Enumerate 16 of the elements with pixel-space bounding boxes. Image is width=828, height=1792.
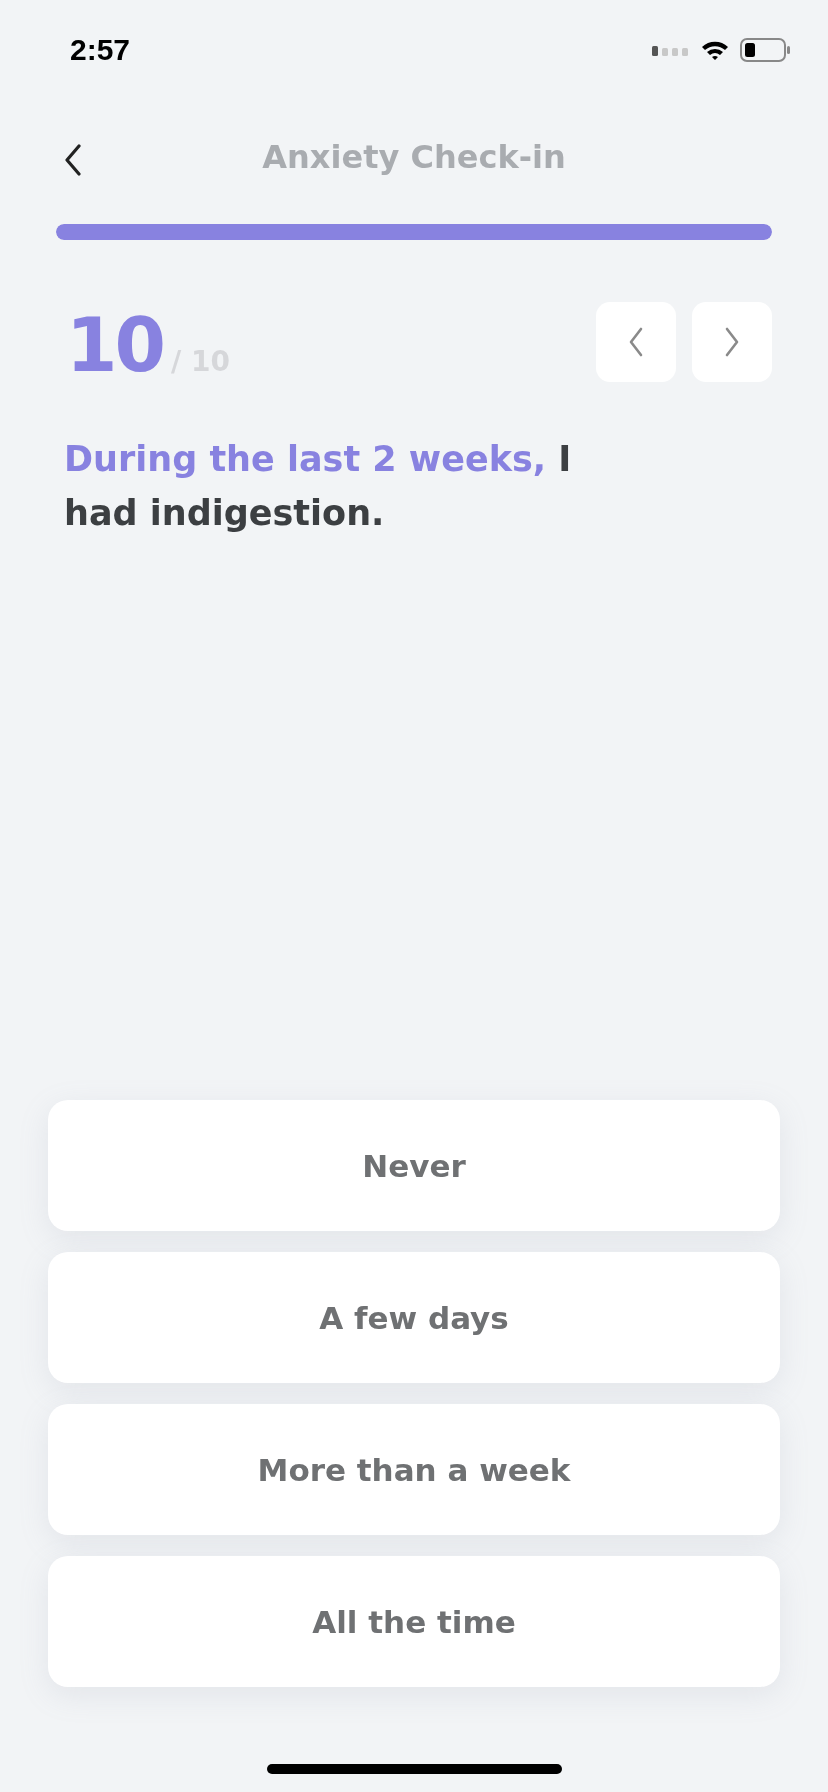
question-text: During the last 2 weeks, I had indigestion. [64, 438, 573, 536]
answer-option[interactable]: Never [48, 1100, 780, 1231]
back-chevron-icon [64, 144, 82, 176]
answer-option[interactable]: A few days [48, 1252, 780, 1383]
screen-title: Anxiety Check-in [262, 138, 566, 176]
status-time: 2:57 [70, 33, 131, 67]
wifi-icon [700, 39, 730, 61]
question-number: 10 [66, 308, 163, 382]
answer-option[interactable]: All the time [48, 1556, 780, 1687]
chevron-right-icon [724, 327, 740, 357]
answer-option[interactable]: More than a week [48, 1404, 780, 1535]
previous-button[interactable] [596, 302, 676, 382]
cellular-signal-icon [652, 44, 690, 56]
battery-icon [740, 38, 790, 62]
next-button[interactable] [692, 302, 772, 382]
chevron-left-icon [628, 327, 644, 357]
